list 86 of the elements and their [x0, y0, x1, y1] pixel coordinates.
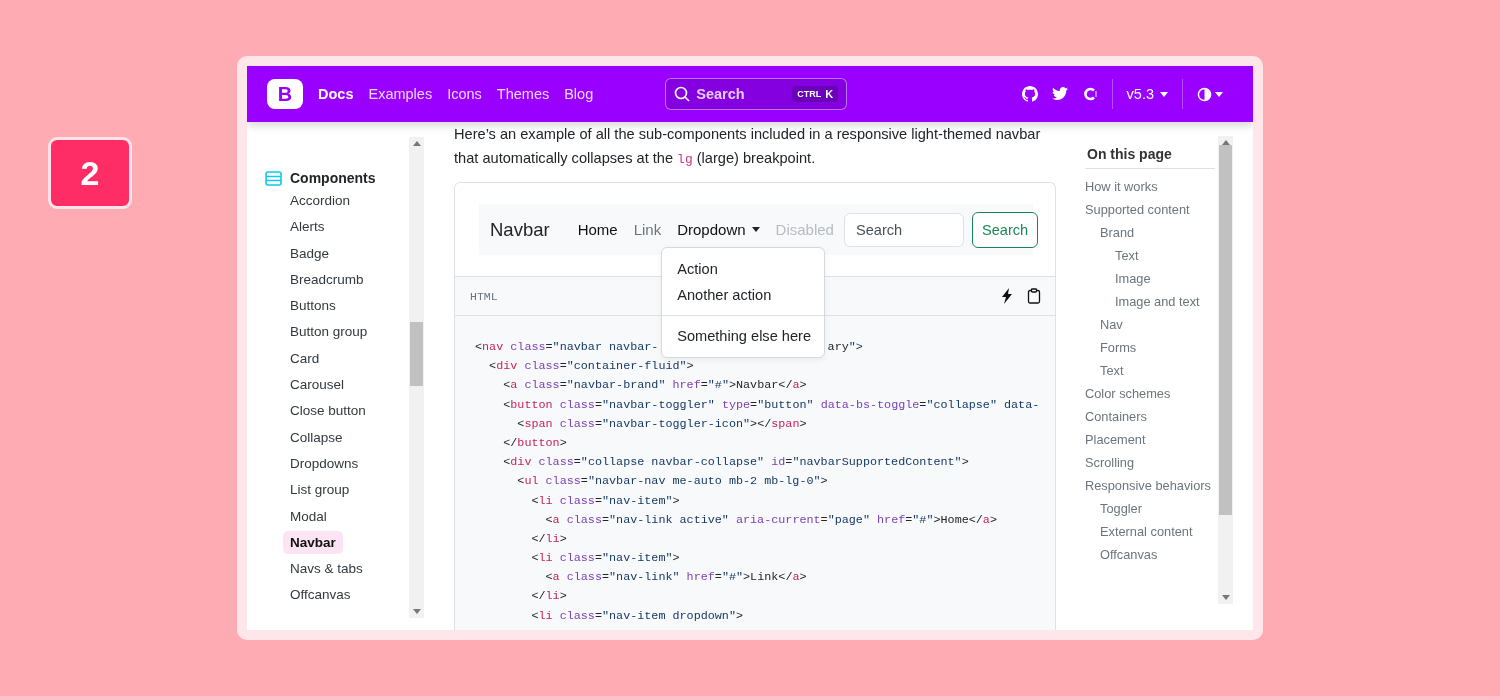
caret-icon	[1160, 91, 1168, 97]
header-link[interactable]: Themes	[496, 86, 550, 102]
sidebar-item[interactable]: Offcanvas	[283, 583, 358, 607]
sidebar-item[interactable]: List group	[283, 478, 357, 502]
header-link[interactable]: Examples	[368, 86, 433, 102]
sidebar-item[interactable]: Collapse	[283, 425, 350, 449]
contrast-icon	[1197, 86, 1212, 102]
header-link[interactable]: Blog	[564, 86, 594, 102]
toc-link[interactable]: Responsive behaviors	[1085, 474, 1215, 497]
code-line: </li>	[530, 531, 567, 546]
toc-link[interactable]: Image	[1115, 267, 1215, 290]
code-line: <div class="container-fluid">	[488, 359, 694, 374]
code-line: </li>	[530, 589, 567, 604]
sidebar-item[interactable]: Accordion	[283, 189, 358, 212]
sidebar-item[interactable]: Carousel	[283, 373, 352, 397]
code-line: ary">	[827, 340, 863, 354]
sidebar-item[interactable]: Breadcrumb	[283, 267, 371, 291]
sidebar-item[interactable]: Buttons	[283, 294, 343, 318]
logo[interactable]: B	[267, 79, 303, 109]
bird-icon	[1051, 87, 1068, 101]
code-line: <nav class="navbar navbar-	[475, 340, 659, 354]
toc-link[interactable]: How it works	[1085, 175, 1215, 198]
color-mode-button[interactable]	[1197, 86, 1223, 102]
toc-link[interactable]: Brand	[1100, 221, 1215, 244]
toc-link[interactable]: Nav	[1100, 313, 1215, 336]
toc-link[interactable]: Text	[1115, 244, 1215, 267]
sidebar-item[interactable]: Alerts	[283, 215, 332, 239]
step-number: 2	[48, 137, 132, 209]
github-icon	[1021, 86, 1038, 102]
code-line: <span class="navbar-toggler-icon"></span>	[516, 416, 807, 431]
toc-link[interactable]: Toggler	[1100, 497, 1215, 520]
intro-paragraph: Here’s an example of all the sub-components included in a responsive light-themed navbar that automatically collapses at the lg (large) breakpoint.	[454, 125, 1042, 169]
search-icon	[674, 86, 691, 102]
sidebar-item[interactable]: Dropdowns	[283, 451, 366, 475]
search-input[interactable]: Search	[843, 212, 964, 247]
sidebar-item[interactable]: Modal	[283, 504, 334, 528]
toc-link[interactable]: Scrolling	[1085, 451, 1215, 474]
toc-link[interactable]: Text	[1100, 359, 1215, 382]
search-field[interactable]: Search CTRL K	[665, 78, 848, 110]
sidebar-item[interactable]: Navbar	[283, 530, 343, 554]
caret-icon	[751, 227, 760, 232]
toc-link[interactable]: Placement	[1085, 428, 1215, 451]
toc-link[interactable]: Supported content	[1085, 198, 1215, 221]
search-button[interactable]: Search	[971, 211, 1039, 248]
dropdown-toggle[interactable]: Dropdown	[669, 221, 768, 238]
ring-icon	[1081, 86, 1098, 102]
toc-link[interactable]: Forms	[1100, 336, 1215, 359]
sidebar-item[interactable]: Badge	[283, 241, 337, 265]
dropdown-item[interactable]: Action	[662, 256, 825, 282]
toc-link[interactable]: Containers	[1085, 405, 1215, 428]
sidebar-item[interactable]: Button group	[283, 320, 375, 344]
shortcut-key: CTRL K	[792, 86, 839, 102]
code-line: <li class="nav-item">	[530, 551, 680, 566]
demo-link[interactable]: Link	[625, 221, 670, 238]
toc-title: On this page	[1085, 136, 1215, 169]
code-line: <ul class="navbar-nav me-auto mb-2 mb-lg-0">	[516, 474, 828, 489]
toc-link[interactable]: Color schemes	[1085, 382, 1215, 405]
sidebar-section-title: Components	[290, 170, 376, 186]
scrollbar[interactable]	[409, 137, 424, 618]
version-dropdown[interactable]: v5.3	[1126, 86, 1168, 102]
stacked-cards-icon	[265, 170, 282, 186]
code-line: <a class="navbar-brand" href="#">Navbar</a>	[502, 378, 807, 393]
sidebar-item[interactable]: Navs & tabs	[283, 557, 370, 581]
demo-link[interactable]: Home	[569, 221, 626, 238]
caret-icon	[1215, 91, 1223, 97]
code-line: <button class="navbar-toggler" type="button" data-bs-toggle="collapse" data-	[502, 397, 1040, 412]
navbar-brand[interactable]: Navbar	[490, 218, 550, 241]
code-line: <li class="nav-item">	[530, 493, 680, 508]
toc-link[interactable]: External content	[1100, 520, 1215, 543]
toc-link[interactable]: Image and text	[1115, 290, 1215, 313]
clipboard-icon	[1027, 288, 1041, 304]
code-line: <div class="collapse navbar-collapse" id="navbarSupportedContent">	[502, 455, 969, 470]
code-line: <a class="nav-link active" aria-current="page" href="#">Home</a>	[544, 512, 997, 527]
code-line: <a class="nav-link" href="#">Link</a>	[544, 570, 807, 585]
sidebar-item[interactable]: Close button	[283, 399, 373, 423]
dropdown-item[interactable]: Something else here	[662, 323, 825, 349]
lightning-icon	[1001, 288, 1013, 304]
code-language-label: HTML	[470, 289, 498, 303]
sidebar-item[interactable]: Card	[283, 346, 327, 370]
scrollbar[interactable]	[1218, 136, 1233, 604]
header-link[interactable]: Icons	[447, 86, 482, 102]
toc-link[interactable]: Offcanvas	[1100, 543, 1215, 566]
dropdown-item[interactable]: Another action	[662, 282, 825, 308]
code-line: </button>	[502, 435, 567, 450]
code-line: <li class="nav-item dropdown">	[530, 608, 744, 623]
header-link[interactable]: Docs	[318, 86, 354, 102]
